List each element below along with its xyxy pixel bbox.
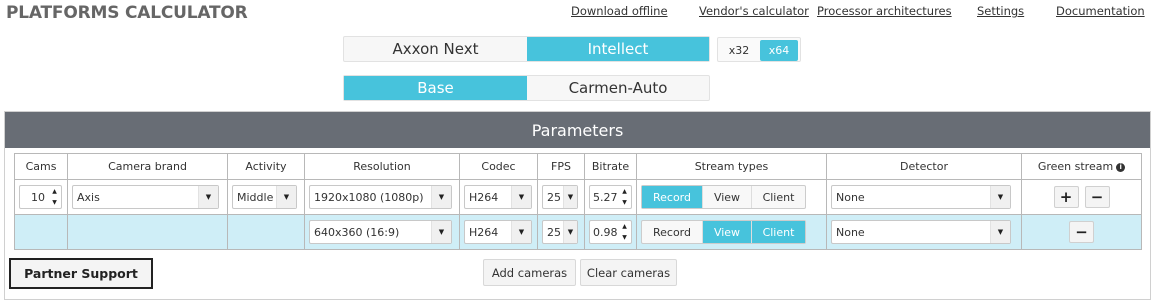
- add-cameras-button[interactable]: Add cameras: [483, 259, 576, 286]
- parameters-header: Parameters: [5, 112, 1150, 148]
- col-green-stream: Green stream i: [1021, 153, 1142, 180]
- top-nav: Download offline Vendor's calculator Pro…: [0, 4, 1154, 20]
- module-base[interactable]: Base: [344, 76, 527, 100]
- arch-toggle: x32 x64: [717, 37, 801, 62]
- chevron-down-icon: ▼: [990, 186, 1010, 208]
- arch-x64-button[interactable]: x64: [760, 40, 798, 61]
- col-codec: Codec: [459, 153, 538, 180]
- camera-brand-value: Axis: [77, 190, 100, 204]
- stream-client-button[interactable]: Client: [752, 186, 805, 208]
- fps-value: 25: [547, 225, 561, 239]
- vendors-calculator-link[interactable]: Vendor's calculator: [699, 4, 809, 18]
- bitrate-value: 5.27: [593, 190, 618, 204]
- camera-brand-select[interactable]: Axis ▼: [72, 185, 219, 209]
- chevron-down-icon: ▼: [198, 186, 218, 208]
- chevron-down-icon: ▼: [990, 221, 1010, 243]
- settings-link[interactable]: Settings: [977, 4, 1024, 18]
- chevron-down-icon: ▼: [511, 221, 531, 243]
- chevron-down-icon: ▼: [431, 186, 451, 208]
- col-green-stream-label: Green stream: [1037, 160, 1114, 173]
- module-carmen-auto[interactable]: Carmen-Auto: [527, 76, 709, 100]
- parameters-table: Cams Camera brand Activity Resolution Co…: [14, 153, 1142, 250]
- product-intellect[interactable]: Intellect: [527, 37, 709, 61]
- col-camera-brand: Camera brand: [67, 153, 228, 180]
- documentation-link[interactable]: Documentation: [1056, 4, 1145, 18]
- detector-value: None: [836, 225, 865, 239]
- resolution-value: 1920x1080 (1080p): [314, 190, 424, 204]
- spin-up-icon[interactable]: ▲: [618, 186, 631, 197]
- clear-cameras-button[interactable]: Clear cameras: [580, 259, 677, 286]
- fps-select[interactable]: 25 ▼: [542, 220, 578, 244]
- stream-view-button[interactable]: View: [703, 221, 752, 243]
- info-icon[interactable]: i: [1116, 162, 1126, 172]
- fps-select[interactable]: 25 ▼: [542, 185, 578, 209]
- detector-select[interactable]: None ▼: [831, 220, 1011, 244]
- activity-value: Middle: [237, 190, 274, 204]
- fps-value: 25: [547, 190, 561, 204]
- remove-stream-button[interactable]: −: [1069, 221, 1094, 243]
- resolution-select[interactable]: 1920x1080 (1080p) ▼: [309, 185, 452, 209]
- activity-select[interactable]: Middle ▼: [232, 185, 297, 209]
- stream-record-button[interactable]: Record: [642, 221, 703, 243]
- spin-up-icon[interactable]: ▲: [48, 186, 61, 197]
- col-resolution: Resolution: [304, 153, 460, 180]
- codec-value: H264: [469, 225, 499, 239]
- spin-down-icon[interactable]: ▼: [618, 197, 631, 208]
- col-cams: Cams: [14, 153, 68, 180]
- codec-value: H264: [469, 190, 499, 204]
- codec-select[interactable]: H264 ▼: [464, 185, 532, 209]
- detector-select[interactable]: None ▼: [831, 185, 1011, 209]
- chevron-down-icon: ▼: [563, 221, 577, 243]
- spin-up-icon[interactable]: ▲: [618, 221, 631, 232]
- chevron-down-icon: ▼: [563, 186, 577, 208]
- arch-x32-button[interactable]: x32: [720, 40, 758, 61]
- stream-types-toggle: Record View Client: [641, 220, 806, 244]
- detector-value: None: [836, 190, 865, 204]
- chevron-down-icon: ▼: [431, 221, 451, 243]
- col-detector: Detector: [826, 153, 1022, 180]
- remove-camera-button[interactable]: −: [1084, 186, 1110, 208]
- add-green-stream-button[interactable]: +: [1053, 186, 1079, 208]
- module-toggle: Base Carmen-Auto: [343, 75, 710, 101]
- stream-record-button[interactable]: Record: [642, 186, 703, 208]
- table-header-row: Cams Camera brand Activity Resolution Co…: [14, 153, 1142, 180]
- stream-client-button[interactable]: Client: [752, 221, 805, 243]
- product-toggle: Axxon Next Intellect: [343, 36, 710, 62]
- table-row: 640x360 (16:9) ▼ H264 ▼ 25 ▼ 0.98 ▲ ▼ Re…: [14, 214, 1142, 250]
- chevron-down-icon: ▼: [511, 186, 531, 208]
- processor-architectures-link[interactable]: Processor architectures: [817, 4, 952, 18]
- bitrate-stepper[interactable]: 5.27 ▲ ▼: [589, 185, 632, 209]
- bitrate-stepper[interactable]: 0.98 ▲ ▼: [589, 220, 632, 244]
- col-stream-types: Stream types: [636, 153, 827, 180]
- col-activity: Activity: [227, 153, 305, 180]
- bitrate-value: 0.98: [593, 225, 618, 239]
- codec-select[interactable]: H264 ▼: [464, 220, 532, 244]
- col-fps: FPS: [537, 153, 585, 180]
- download-offline-link[interactable]: Download offline: [571, 4, 668, 18]
- resolution-select[interactable]: 640x360 (16:9) ▼: [309, 220, 452, 244]
- col-bitrate: Bitrate: [584, 153, 637, 180]
- stream-view-button[interactable]: View: [703, 186, 752, 208]
- chevron-down-icon: ▼: [276, 186, 296, 208]
- stream-types-toggle: Record View Client: [641, 185, 806, 209]
- resolution-value: 640x360 (16:9): [314, 225, 400, 239]
- cams-stepper[interactable]: 10 ▲ ▼: [19, 185, 62, 209]
- table-row: 10 ▲▼ Axis ▼ Middle ▼ 1920x1080 (1080p): [14, 179, 1142, 215]
- spin-down-icon[interactable]: ▼: [618, 232, 631, 243]
- product-axxon-next[interactable]: Axxon Next: [344, 37, 527, 61]
- cams-value: 10: [31, 190, 45, 204]
- spin-down-icon[interactable]: ▼: [48, 197, 61, 208]
- partner-support-button[interactable]: Partner Support: [9, 258, 153, 289]
